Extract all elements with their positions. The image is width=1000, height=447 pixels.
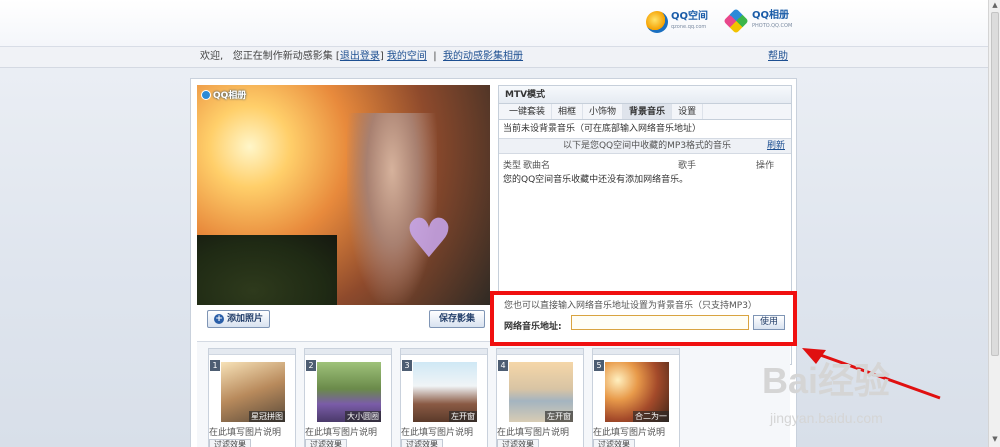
vertical-scrollbar[interactable]: ▲ ▼ — [988, 0, 1000, 447]
watermark-brand: Bai经验 — [762, 360, 891, 401]
baidu-watermark: Bai经验 jingyan.baidu.com — [762, 346, 962, 446]
scroll-down-icon[interactable]: ▼ — [990, 435, 1000, 446]
scroll-up-icon[interactable]: ▲ — [990, 1, 1000, 12]
watermark-url: jingyan.baidu.com — [770, 410, 883, 426]
scroll-thumb[interactable] — [991, 12, 999, 356]
